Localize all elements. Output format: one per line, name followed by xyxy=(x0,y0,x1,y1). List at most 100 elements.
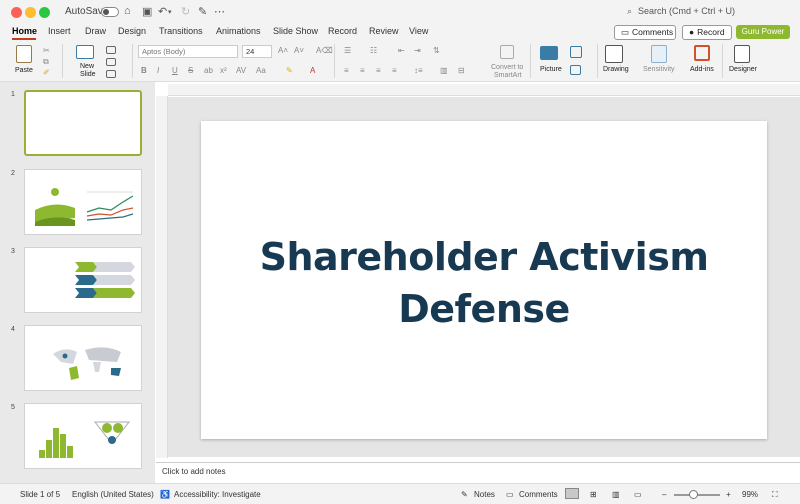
sensitivity-icon[interactable] xyxy=(651,45,667,63)
accessibility-button[interactable]: Accessibility: Investigate xyxy=(174,490,261,499)
underline-icon[interactable]: U xyxy=(172,66,178,75)
slide-title[interactable]: Shareholder Activism Defense xyxy=(201,231,767,335)
format-brush-icon[interactable]: ✐ xyxy=(43,68,50,77)
normal-view-icon[interactable] xyxy=(565,488,579,499)
zoom-out-icon[interactable]: – xyxy=(662,490,666,499)
textbox-icon[interactable] xyxy=(570,65,581,75)
new-slide-label-1: New xyxy=(80,63,95,70)
vertical-ruler[interactable] xyxy=(156,96,168,458)
notes-input[interactable]: Click to add notes xyxy=(156,462,800,483)
zoom-window-button[interactable] xyxy=(39,7,50,18)
tab-slide-show[interactable]: Slide Show xyxy=(273,26,318,36)
notes-button[interactable]: Notes xyxy=(474,490,495,499)
thumbnail-4-graphic xyxy=(53,347,121,380)
highlight-icon[interactable]: ✎ xyxy=(286,66,293,75)
paste-icon[interactable] xyxy=(16,45,32,63)
current-slide[interactable]: Shareholder Activism Defense xyxy=(201,121,767,439)
font-color-icon[interactable]: A xyxy=(310,66,315,75)
minimize-window-button[interactable] xyxy=(25,7,36,18)
slide-sorter-icon[interactable]: ⊞ xyxy=(590,490,597,499)
designer-icon[interactable] xyxy=(734,45,750,63)
guru-power-button[interactable]: Guru Power xyxy=(736,25,790,39)
horizontal-ruler[interactable] xyxy=(168,84,800,96)
justify-icon[interactable]: ≡ xyxy=(392,66,397,75)
thumbnail-number: 5 xyxy=(11,404,15,411)
designer-label: Designer xyxy=(729,66,758,73)
tab-transitions[interactable]: Transitions xyxy=(159,26,203,36)
decrease-indent-icon[interactable]: ⇤ xyxy=(398,46,405,55)
reset-icon[interactable] xyxy=(106,58,116,66)
tab-insert[interactable]: Insert xyxy=(48,26,71,36)
slide-thumbnail-4[interactable] xyxy=(24,325,142,391)
autosave-toggle[interactable] xyxy=(101,7,119,17)
reading-view-icon[interactable]: ▥ xyxy=(612,490,620,499)
tab-animations[interactable]: Animations xyxy=(216,26,261,36)
drawing-icon[interactable] xyxy=(605,45,623,63)
strikethrough-icon[interactable]: S xyxy=(188,66,193,75)
align-right-icon[interactable]: ≡ xyxy=(376,66,381,75)
numbering-icon[interactable]: ☷ xyxy=(370,46,377,55)
slide-thumbnail-1[interactable] xyxy=(24,90,142,156)
language-button[interactable]: English (United States) xyxy=(72,490,154,499)
slide-thumbnail-5[interactable] xyxy=(24,403,142,469)
font-name-select[interactable]: Aptos (Body) xyxy=(138,45,238,58)
align-left-icon[interactable]: ≡ xyxy=(344,66,349,75)
status-bar: Slide 1 of 5 English (United States) ♿ A… xyxy=(0,483,800,504)
tab-review[interactable]: Review xyxy=(369,26,399,36)
columns-icon[interactable]: ▥ xyxy=(440,66,448,75)
shapes-icon[interactable] xyxy=(570,46,582,58)
zoom-slider-handle[interactable] xyxy=(689,490,698,499)
tab-record[interactable]: Record xyxy=(328,26,357,36)
bullets-icon[interactable]: ☰ xyxy=(344,46,351,55)
slide-thumbnail-2[interactable] xyxy=(24,169,142,235)
shadow-icon[interactable]: ab xyxy=(204,66,213,75)
more-icon[interactable]: ⋯ xyxy=(214,5,225,18)
superscript-icon[interactable]: x² xyxy=(220,66,227,75)
cut-icon[interactable]: ✂ xyxy=(43,46,50,55)
slide-thumbnail-3[interactable] xyxy=(24,247,142,313)
redo-icon[interactable]: ↻ xyxy=(181,5,190,18)
zoom-level[interactable]: 99% xyxy=(742,490,758,499)
new-slide-icon[interactable] xyxy=(76,45,94,59)
change-case-icon[interactable]: Aa xyxy=(256,66,266,75)
comments-button[interactable]: ▭ Comments xyxy=(614,25,676,40)
align-text-icon[interactable]: ⊟ xyxy=(458,66,465,75)
font-size-select[interactable]: 24 xyxy=(242,45,272,58)
picture-icon[interactable] xyxy=(540,46,558,60)
section-icon[interactable] xyxy=(106,70,116,78)
undo-icon[interactable]: ↶ xyxy=(158,5,167,18)
character-spacing-icon[interactable]: AV xyxy=(236,66,246,75)
drawing-label: Drawing xyxy=(603,66,629,73)
align-center-icon[interactable]: ≡ xyxy=(360,66,365,75)
zoom-in-icon[interactable]: + xyxy=(726,490,731,499)
record-button[interactable]: ● Record xyxy=(682,25,732,40)
line-spacing-icon[interactable]: ↕≡ xyxy=(414,66,423,75)
smartart-icon[interactable] xyxy=(500,45,514,59)
add-ins-icon[interactable] xyxy=(694,45,710,61)
increase-font-icon[interactable]: A˄ xyxy=(278,46,288,55)
bold-icon[interactable]: B xyxy=(141,66,147,75)
decrease-font-icon[interactable]: A˅ xyxy=(294,46,304,55)
save-icon[interactable]: ▣ xyxy=(142,5,152,18)
copy-icon[interactable]: ⧉ xyxy=(43,57,49,67)
tab-design[interactable]: Design xyxy=(118,26,146,36)
tab-draw[interactable]: Draw xyxy=(85,26,106,36)
divider xyxy=(62,44,63,78)
format-painter-icon[interactable]: ✎ xyxy=(198,5,207,18)
close-window-button[interactable] xyxy=(11,7,22,18)
layout-icon[interactable] xyxy=(106,46,116,54)
fit-slide-icon[interactable]: ⛶ xyxy=(772,490,778,500)
slideshow-view-icon[interactable]: ▭ xyxy=(634,490,642,499)
undo-dropdown-icon[interactable]: ▾ xyxy=(168,8,172,16)
comments-status-button[interactable]: Comments xyxy=(519,490,558,499)
add-ins-label: Add-ins xyxy=(690,66,714,73)
italic-icon[interactable]: I xyxy=(157,66,159,75)
increase-indent-icon[interactable]: ⇥ xyxy=(414,46,421,55)
tab-view[interactable]: View xyxy=(409,26,428,36)
clear-formatting-icon[interactable]: A⌫ xyxy=(316,46,333,55)
home-icon[interactable]: ⌂ xyxy=(124,5,131,17)
text-direction-icon[interactable]: ⇅ xyxy=(433,46,440,55)
tab-home[interactable]: Home xyxy=(12,26,37,36)
search-icon: ⌕ xyxy=(627,6,633,16)
search-input[interactable]: Search (Cmd + Ctrl + U) xyxy=(638,6,735,16)
